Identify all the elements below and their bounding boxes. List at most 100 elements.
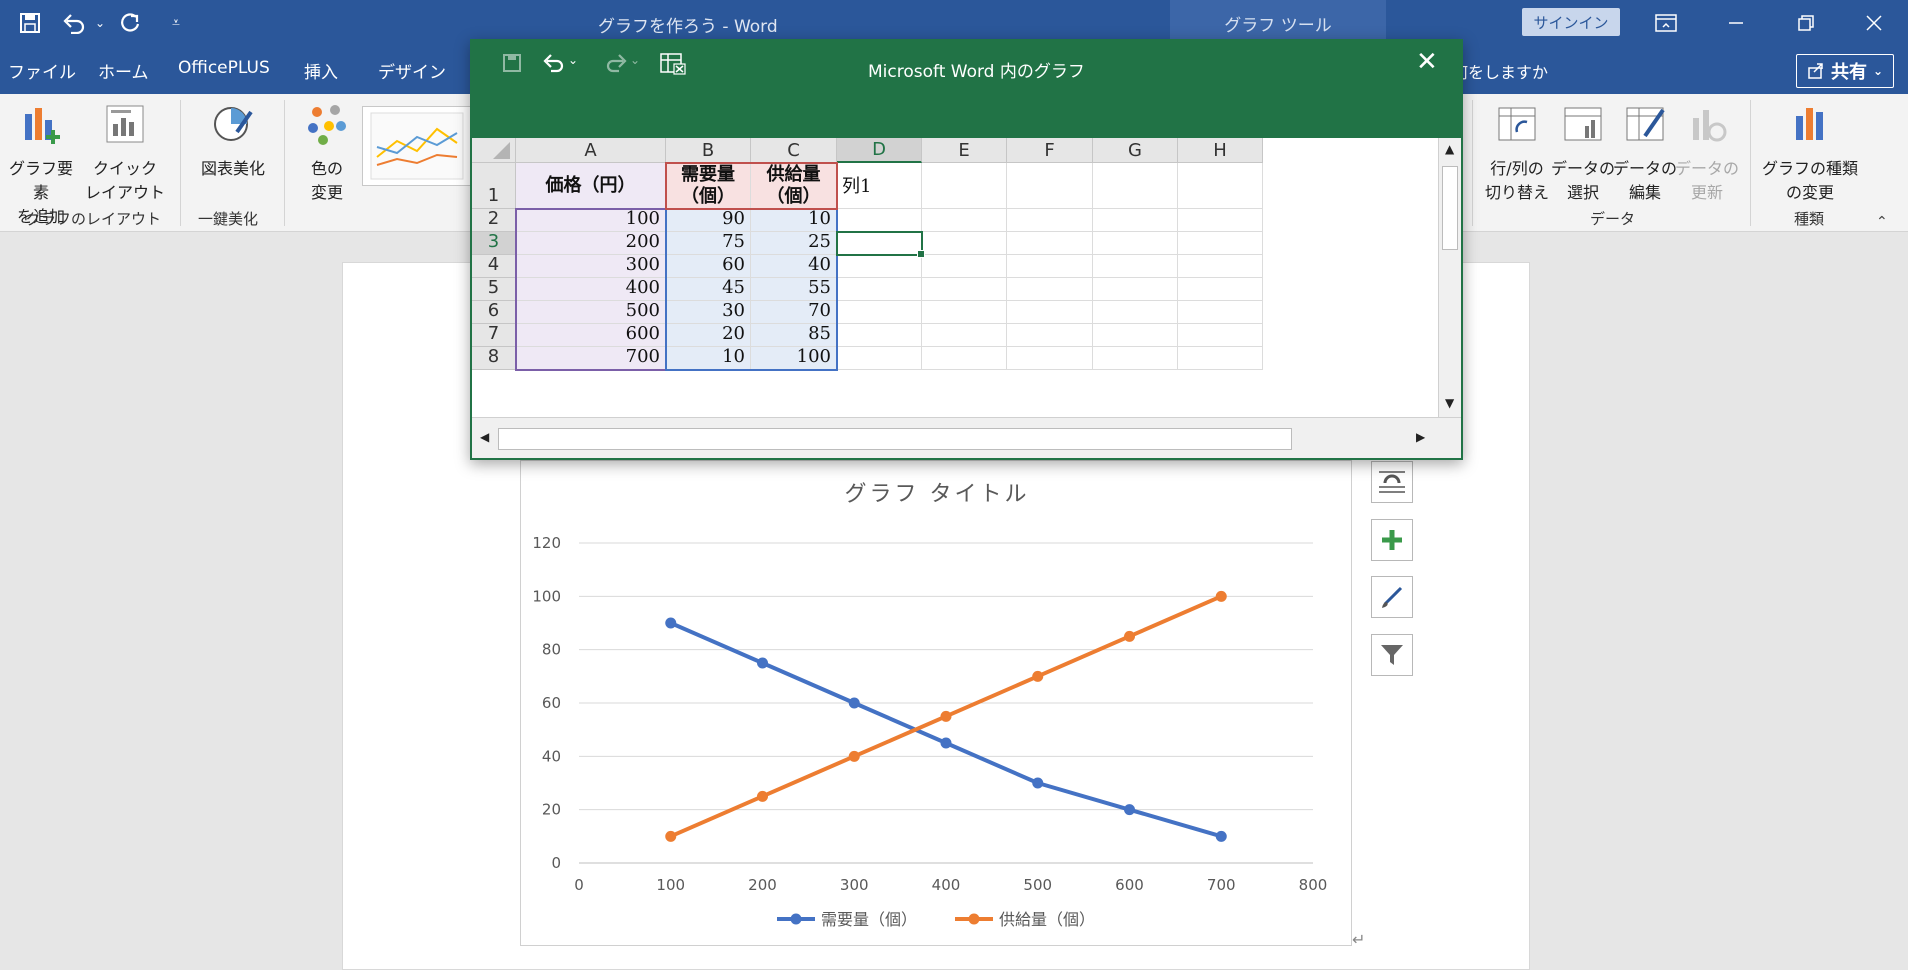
row-header[interactable]: 3	[472, 231, 516, 255]
signin-button[interactable]: サインイン	[1522, 8, 1620, 36]
excel-undo-icon[interactable]	[542, 53, 566, 78]
grid-cell[interactable]	[1093, 301, 1178, 324]
grid-cell[interactable]	[1093, 278, 1178, 301]
grid-cell[interactable]: 30	[666, 301, 751, 324]
grid-cell[interactable]	[1007, 255, 1093, 278]
grid-cell[interactable]	[837, 255, 922, 278]
grid-cell[interactable]: 10	[666, 347, 751, 370]
grid-cell[interactable]: 75	[666, 232, 751, 255]
grid-cell[interactable]	[837, 209, 922, 232]
tab-home[interactable]: ホーム	[98, 58, 149, 83]
grid-cell[interactable]	[1007, 163, 1093, 209]
grid-cell[interactable]: 55	[751, 278, 837, 301]
grid-cell[interactable]	[922, 324, 1007, 347]
scroll-down-icon[interactable]: ▼	[1445, 396, 1454, 410]
grid-cell[interactable]	[1178, 301, 1263, 324]
layout-options-button[interactable]	[1371, 461, 1413, 503]
grid-cell[interactable]	[922, 301, 1007, 324]
grid-cell[interactable]	[1178, 209, 1263, 232]
edit-data-button[interactable]: データの 編集	[1612, 102, 1678, 205]
change-chart-type-button[interactable]: グラフの種類 の変更	[1760, 102, 1860, 205]
minimize-icon[interactable]	[1716, 6, 1756, 40]
scroll-left-icon[interactable]: ◀	[480, 430, 489, 444]
beautify-button[interactable]: 図表美化	[192, 102, 274, 181]
grid-cell[interactable]	[922, 255, 1007, 278]
grid-cell[interactable]	[1007, 232, 1093, 255]
excel-undo-dropdown-icon[interactable]: ⌄	[568, 53, 578, 67]
quick-layout-button[interactable]: クイック レイアウト	[82, 102, 168, 205]
grid-cell[interactable]: 25	[751, 232, 837, 255]
grid-cell[interactable]	[922, 209, 1007, 232]
edit-in-excel-icon[interactable]	[660, 53, 686, 80]
grid-cell[interactable]	[922, 163, 1007, 209]
column-header[interactable]: C	[751, 138, 837, 163]
chart-styles-button[interactable]	[1371, 576, 1413, 618]
grid-cell[interactable]	[1093, 209, 1178, 232]
column-header[interactable]: A	[516, 138, 666, 163]
grid-cell[interactable]	[1093, 324, 1178, 347]
grid-cell[interactable]: 600	[516, 324, 666, 347]
grid-cell[interactable]	[1093, 232, 1178, 255]
grid-cell[interactable]: 40	[751, 255, 837, 278]
restore-icon[interactable]	[1786, 6, 1826, 40]
grid-cell[interactable]	[837, 301, 922, 324]
grid-cell[interactable]	[1178, 324, 1263, 347]
ribbon-display-options-icon[interactable]	[1646, 6, 1686, 40]
save-icon[interactable]	[14, 8, 46, 38]
tab-insert[interactable]: 挿入	[304, 58, 338, 83]
scroll-up-icon[interactable]: ▲	[1445, 142, 1454, 156]
grid-cell[interactable]	[837, 278, 922, 301]
grid-cell[interactable]: 価格（円）	[516, 163, 666, 209]
grid-cell[interactable]	[1007, 301, 1093, 324]
tab-officeplus[interactable]: OfficePLUS	[178, 58, 270, 78]
vertical-scrollbar[interactable]: ▲ ▼	[1438, 138, 1461, 417]
grid-cell[interactable]	[1007, 347, 1093, 370]
chart-filters-button[interactable]	[1371, 634, 1413, 676]
grid-cell[interactable]	[1007, 324, 1093, 347]
grid-cell[interactable]	[837, 347, 922, 370]
grid-cell[interactable]: 200	[516, 232, 666, 255]
chart-style-gallery[interactable]	[362, 106, 472, 186]
excel-close-icon[interactable]: ✕	[1416, 47, 1438, 77]
grid-cell[interactable]: 700	[516, 347, 666, 370]
grid-cell[interactable]	[837, 232, 922, 255]
collapse-ribbon-icon[interactable]: ⌃	[1876, 214, 1888, 230]
grid-cell[interactable]	[1007, 209, 1093, 232]
grid-cell[interactable]: 400	[516, 278, 666, 301]
grid-cell[interactable]	[1178, 347, 1263, 370]
grid-cell[interactable]	[922, 278, 1007, 301]
column-header[interactable]: E	[922, 138, 1007, 163]
horizontal-scroll-thumb[interactable]	[498, 428, 1292, 450]
switch-row-column-button[interactable]: 行/列の 切り替え	[1484, 102, 1550, 205]
grid-cell[interactable]: 需要量（個）	[666, 163, 751, 209]
undo-dropdown-icon[interactable]: ⌄	[84, 8, 116, 38]
grid-cell[interactable]: 45	[666, 278, 751, 301]
redo-icon[interactable]	[114, 8, 146, 38]
horizontal-scrollbar[interactable]: ◀ ▶	[472, 417, 1461, 458]
row-header[interactable]: 7	[472, 323, 516, 347]
scroll-right-icon[interactable]: ▶	[1416, 430, 1425, 444]
tell-me-search[interactable]: 何をしますか	[1452, 59, 1548, 83]
column-header[interactable]: G	[1093, 138, 1178, 163]
grid-cell[interactable]: 85	[751, 324, 837, 347]
row-header[interactable]: 5	[472, 277, 516, 301]
grid-cell[interactable]: 列1	[837, 163, 922, 209]
grid-cell[interactable]: 300	[516, 255, 666, 278]
row-header[interactable]: 8	[472, 346, 516, 370]
column-header[interactable]: H	[1178, 138, 1263, 163]
grid-cell[interactable]	[1178, 163, 1263, 209]
chart-elements-button[interactable]	[1371, 519, 1413, 561]
grid-cell[interactable]	[1093, 163, 1178, 209]
grid-cell[interactable]: 60	[666, 255, 751, 278]
row-header[interactable]: 6	[472, 300, 516, 324]
select-data-button[interactable]: データの 選択	[1550, 102, 1616, 205]
grid-cell[interactable]: 500	[516, 301, 666, 324]
grid-cell[interactable]: 10	[751, 209, 837, 232]
vertical-scroll-thumb[interactable]	[1442, 166, 1458, 250]
grid-cell[interactable]	[1178, 255, 1263, 278]
grid-cell[interactable]: 20	[666, 324, 751, 347]
grid-cell[interactable]: 100	[516, 209, 666, 232]
grid-cell[interactable]	[837, 324, 922, 347]
tab-design[interactable]: デザイン	[378, 58, 446, 83]
grid-cell[interactable]: 100	[751, 347, 837, 370]
